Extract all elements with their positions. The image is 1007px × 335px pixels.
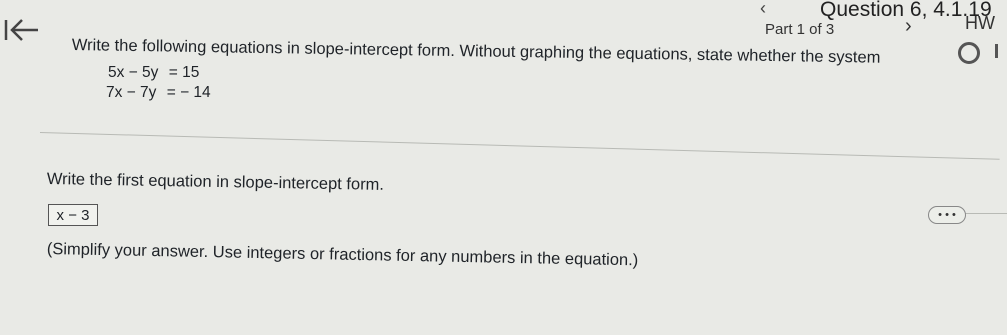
progress-bar-icon bbox=[995, 44, 998, 58]
equation-2-rhs: = − 14 bbox=[166, 84, 211, 101]
problem-instructions: Write the following equations in slope-i… bbox=[71, 36, 881, 67]
answer-input[interactable]: x − 3 bbox=[48, 204, 98, 226]
progress-circle-icon bbox=[958, 42, 980, 64]
equation-1-rhs: = 15 bbox=[168, 64, 200, 81]
equation-2: 7x − 7y = − 14 bbox=[106, 84, 211, 102]
next-question-button[interactable]: › bbox=[905, 15, 912, 38]
more-options-button[interactable]: • • • bbox=[928, 206, 966, 224]
hw-label: HW bbox=[965, 13, 995, 33]
equation-1: 5x − 5y = 15 bbox=[108, 64, 199, 82]
equation-1-lhs: 5x − 5y bbox=[108, 64, 159, 81]
part-label: Part 1 of 3 bbox=[765, 21, 835, 38]
previous-question-button[interactable]: ‹ bbox=[760, 0, 766, 19]
section-divider bbox=[39, 132, 1000, 160]
side-divider bbox=[965, 213, 1007, 214]
answer-hint: (Simplify your answer. Use integers or f… bbox=[46, 240, 639, 270]
equation-2-lhs: 7x − 7y bbox=[106, 84, 157, 101]
part-prompt: Write the first equation in slope-interc… bbox=[46, 170, 385, 194]
back-arrow-icon[interactable] bbox=[2, 16, 42, 44]
